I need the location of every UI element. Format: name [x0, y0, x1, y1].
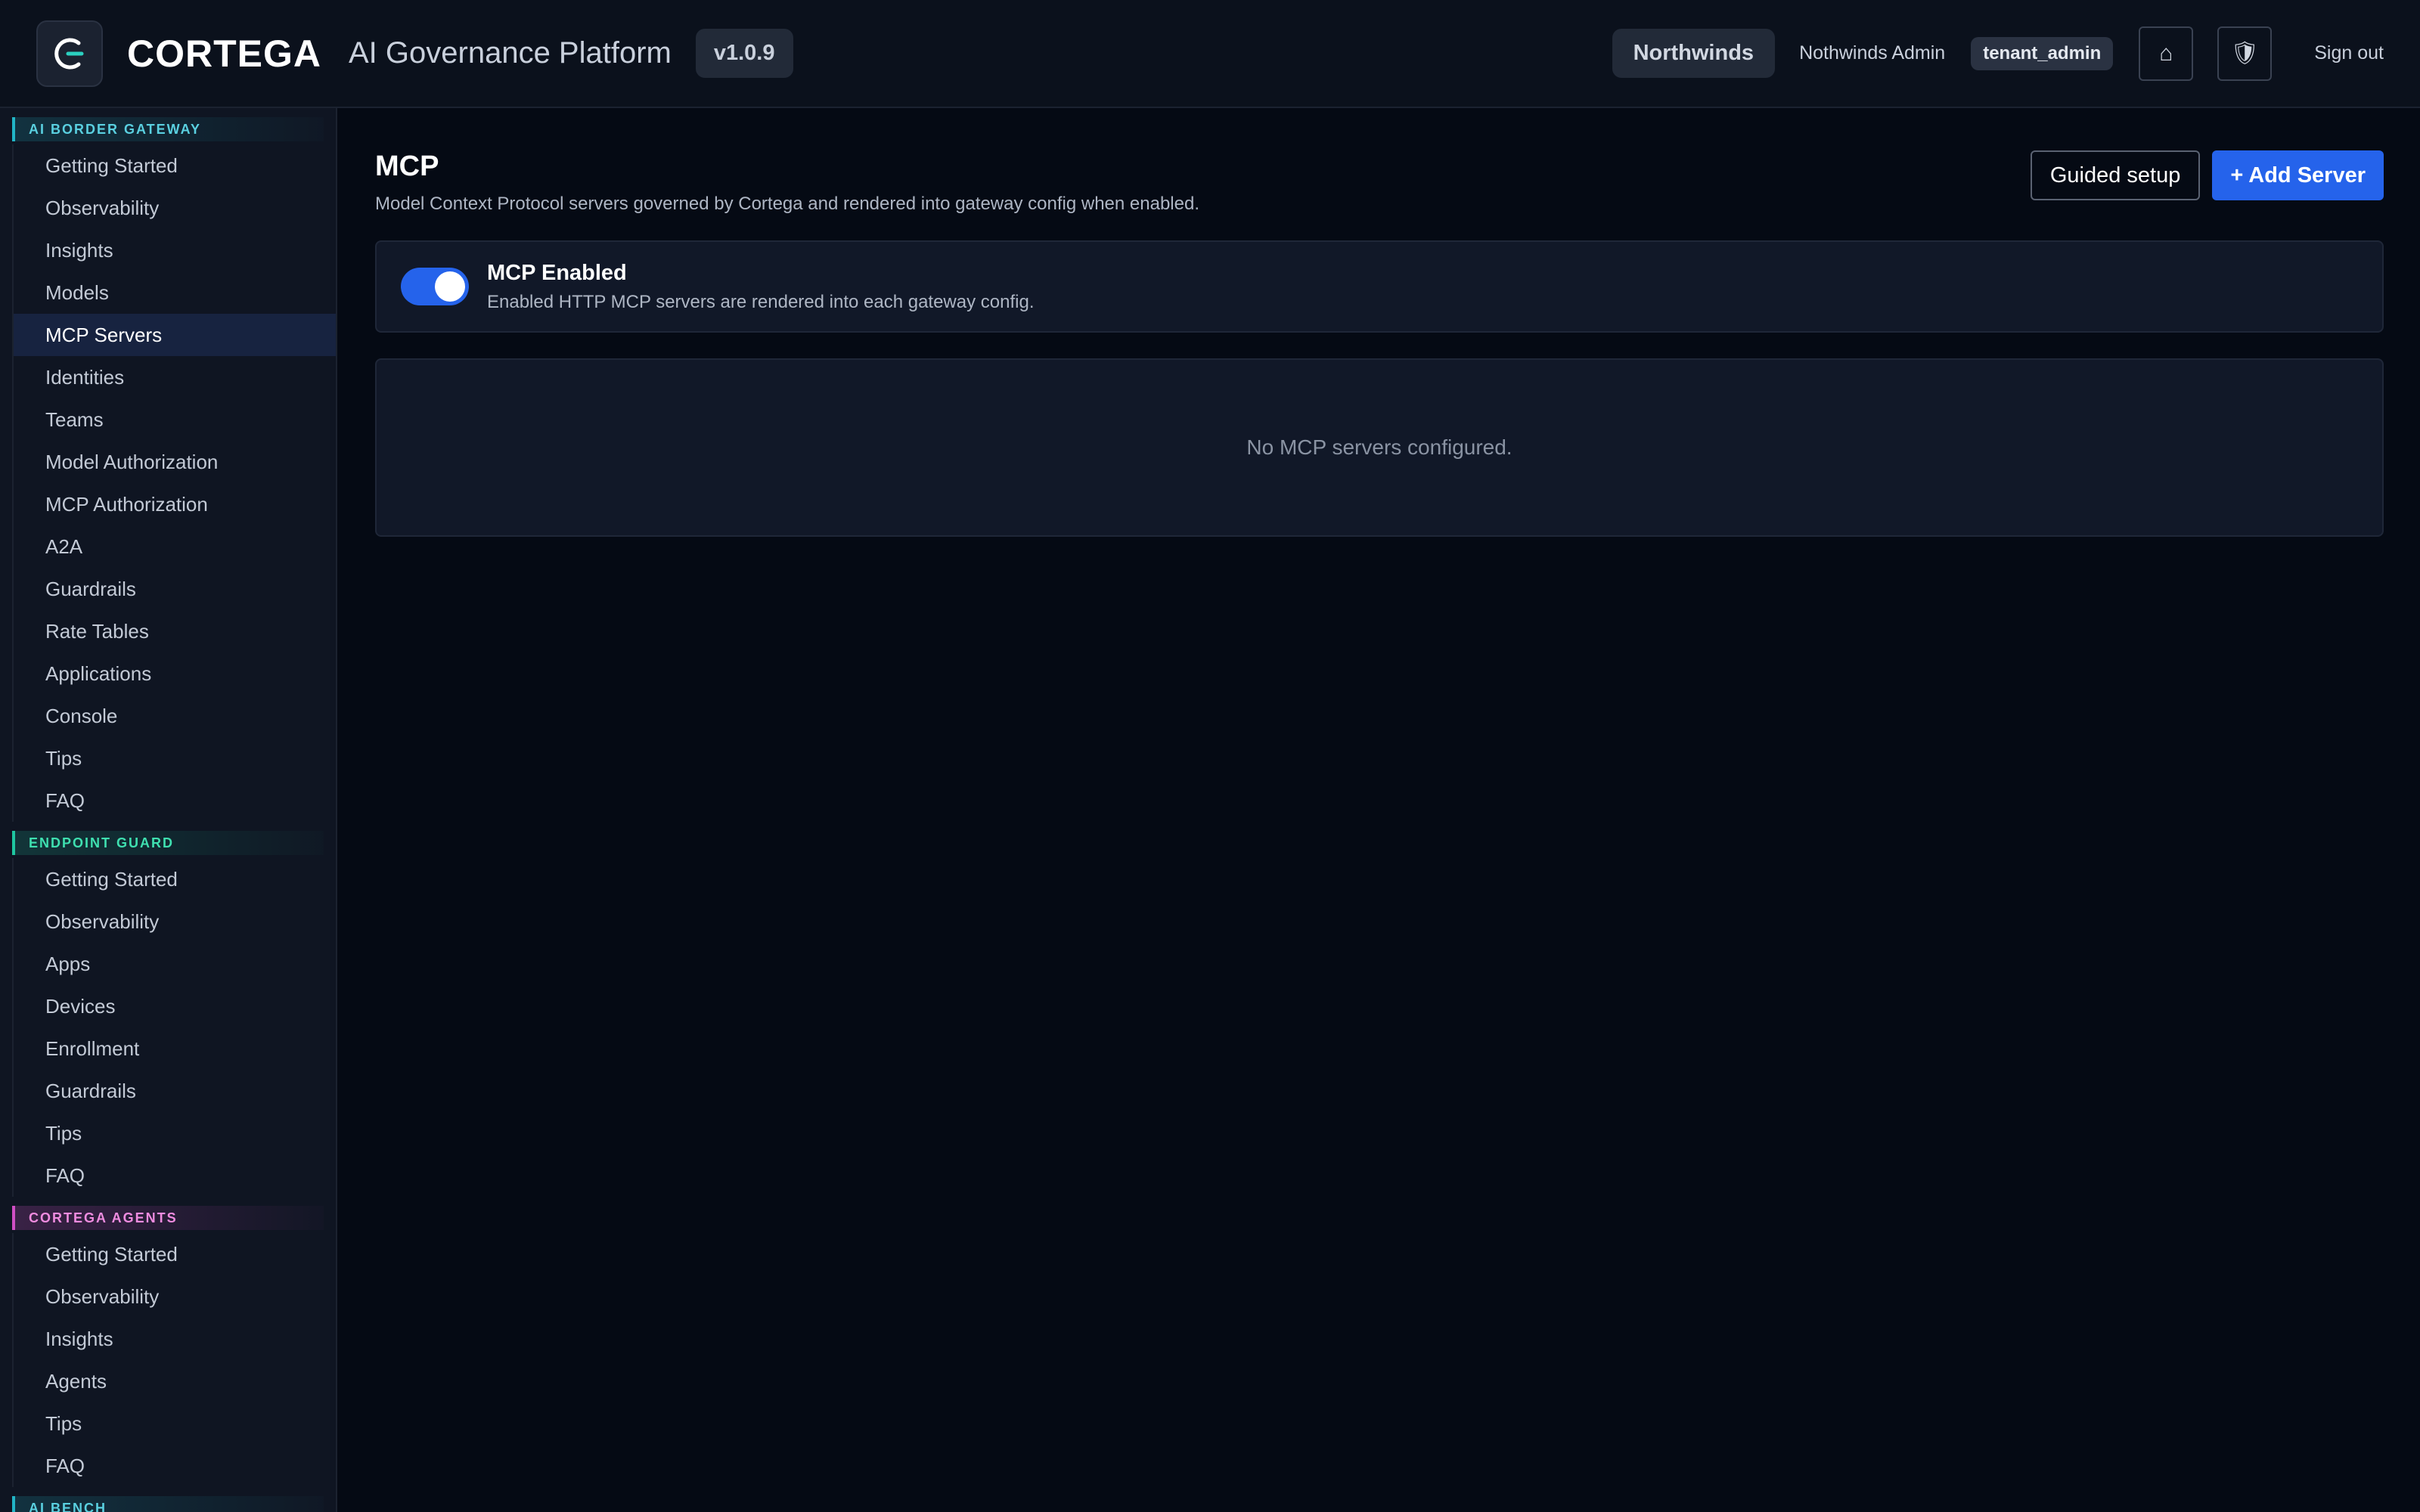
section-endpoint-guard: ENDPOINT GUARD	[12, 831, 324, 855]
sidebar-item-guardrails[interactable]: Guardrails	[12, 568, 336, 610]
sidebar-item-eg-devices[interactable]: Devices	[12, 985, 336, 1027]
toggle-text: MCP Enabled Enabled HTTP MCP servers are…	[487, 261, 1035, 313]
guided-setup-button[interactable]: Guided setup	[2030, 150, 2201, 200]
sidebar-item-rate-tables[interactable]: Rate Tables	[12, 610, 336, 652]
sidebar-item-ca-faq[interactable]: FAQ	[12, 1445, 336, 1487]
title-row: MCP Model Context Protocol servers gover…	[375, 150, 2384, 215]
title-block: MCP Model Context Protocol servers gover…	[375, 150, 1199, 215]
sidebar-item-ca-observability[interactable]: Observability	[12, 1275, 336, 1318]
main-content: MCP Model Context Protocol servers gover…	[375, 108, 2384, 537]
header-actions: Guided setup + Add Server	[2030, 150, 2384, 200]
brand-name: CORTEGA	[127, 32, 321, 75]
sidebar-item-eg-guardrails[interactable]: Guardrails	[12, 1070, 336, 1112]
sidebar-item-eg-apps[interactable]: Apps	[12, 943, 336, 985]
sidebar-item-ca-tips[interactable]: Tips	[12, 1402, 336, 1445]
shield-icon: 🛡	[2230, 41, 2260, 66]
role-badge: tenant_admin	[1971, 36, 2114, 70]
section-cortega-agents: CORTEGA AGENTS	[12, 1206, 324, 1230]
sidebar-item-tips[interactable]: Tips	[12, 737, 336, 779]
section-ai-bench: AI BENCH	[12, 1496, 324, 1512]
toggle-title: MCP Enabled	[487, 260, 627, 285]
sidebar-item-getting-started[interactable]: Getting Started	[12, 144, 336, 187]
home-button[interactable]: ⌂	[2139, 26, 2194, 81]
toggle-knob	[435, 271, 465, 302]
sign-out-link[interactable]: Sign out	[2314, 42, 2384, 64]
sidebar-item-insights[interactable]: Insights	[12, 229, 336, 271]
sidebar: AI BORDER GATEWAY Getting Started Observ…	[0, 108, 337, 1512]
user-name: Nothwinds Admin	[1799, 42, 1946, 64]
sidebar-item-eg-getting-started[interactable]: Getting Started	[12, 858, 336, 900]
sidebar-item-models[interactable]: Models	[12, 271, 336, 314]
header-right: Northwinds Nothwinds Admin tenant_admin …	[1612, 26, 2384, 81]
sidebar-item-mcp-authorization[interactable]: MCP Authorization	[12, 483, 336, 525]
sidebar-item-model-authorization[interactable]: Model Authorization	[12, 441, 336, 483]
empty-state-text: No MCP servers configured.	[1246, 435, 1512, 459]
toggle-description: Enabled HTTP MCP servers are rendered in…	[487, 291, 1035, 312]
sidebar-item-ca-insights[interactable]: Insights	[12, 1318, 336, 1360]
version-badge: v1.0.9	[695, 29, 793, 78]
sidebar-item-eg-faq[interactable]: FAQ	[12, 1154, 336, 1197]
sidebar-item-a2a[interactable]: A2A	[12, 525, 336, 568]
add-server-button[interactable]: + Add Server	[2212, 150, 2384, 200]
sidebar-item-teams[interactable]: Teams	[12, 398, 336, 441]
mcp-enabled-toggle[interactable]	[401, 268, 469, 305]
sidebar-item-ca-getting-started[interactable]: Getting Started	[12, 1233, 336, 1275]
tenant-selector[interactable]: Northwinds	[1612, 29, 1776, 78]
section-ai-border-gateway: AI BORDER GATEWAY	[12, 117, 324, 141]
servers-empty-state: No MCP servers configured.	[375, 358, 2384, 537]
home-icon: ⌂	[2159, 40, 2173, 66]
platform-name: AI Governance Platform	[349, 36, 672, 70]
sidebar-item-console[interactable]: Console	[12, 695, 336, 737]
mcp-toggle-card: MCP Enabled Enabled HTTP MCP servers are…	[375, 240, 2384, 333]
page-subtitle: Model Context Protocol servers governed …	[375, 194, 1199, 214]
sidebar-item-ca-agents[interactable]: Agents	[12, 1360, 336, 1402]
sidebar-item-identities[interactable]: Identities	[12, 356, 336, 398]
sidebar-item-eg-observability[interactable]: Observability	[12, 900, 336, 943]
shield-button[interactable]: 🛡	[2217, 26, 2273, 81]
sidebar-item-mcp-servers[interactable]: MCP Servers	[12, 314, 336, 356]
cortega-logo-icon[interactable]	[36, 20, 103, 87]
top-header: CORTEGA AI Governance Platform v1.0.9 No…	[0, 0, 2420, 108]
sidebar-item-eg-enrollment[interactable]: Enrollment	[12, 1027, 336, 1070]
sidebar-item-eg-tips[interactable]: Tips	[12, 1112, 336, 1154]
sidebar-item-applications[interactable]: Applications	[12, 652, 336, 695]
page-title: MCP	[375, 150, 439, 182]
sidebar-item-faq[interactable]: FAQ	[12, 779, 336, 822]
sidebar-item-observability[interactable]: Observability	[12, 187, 336, 229]
